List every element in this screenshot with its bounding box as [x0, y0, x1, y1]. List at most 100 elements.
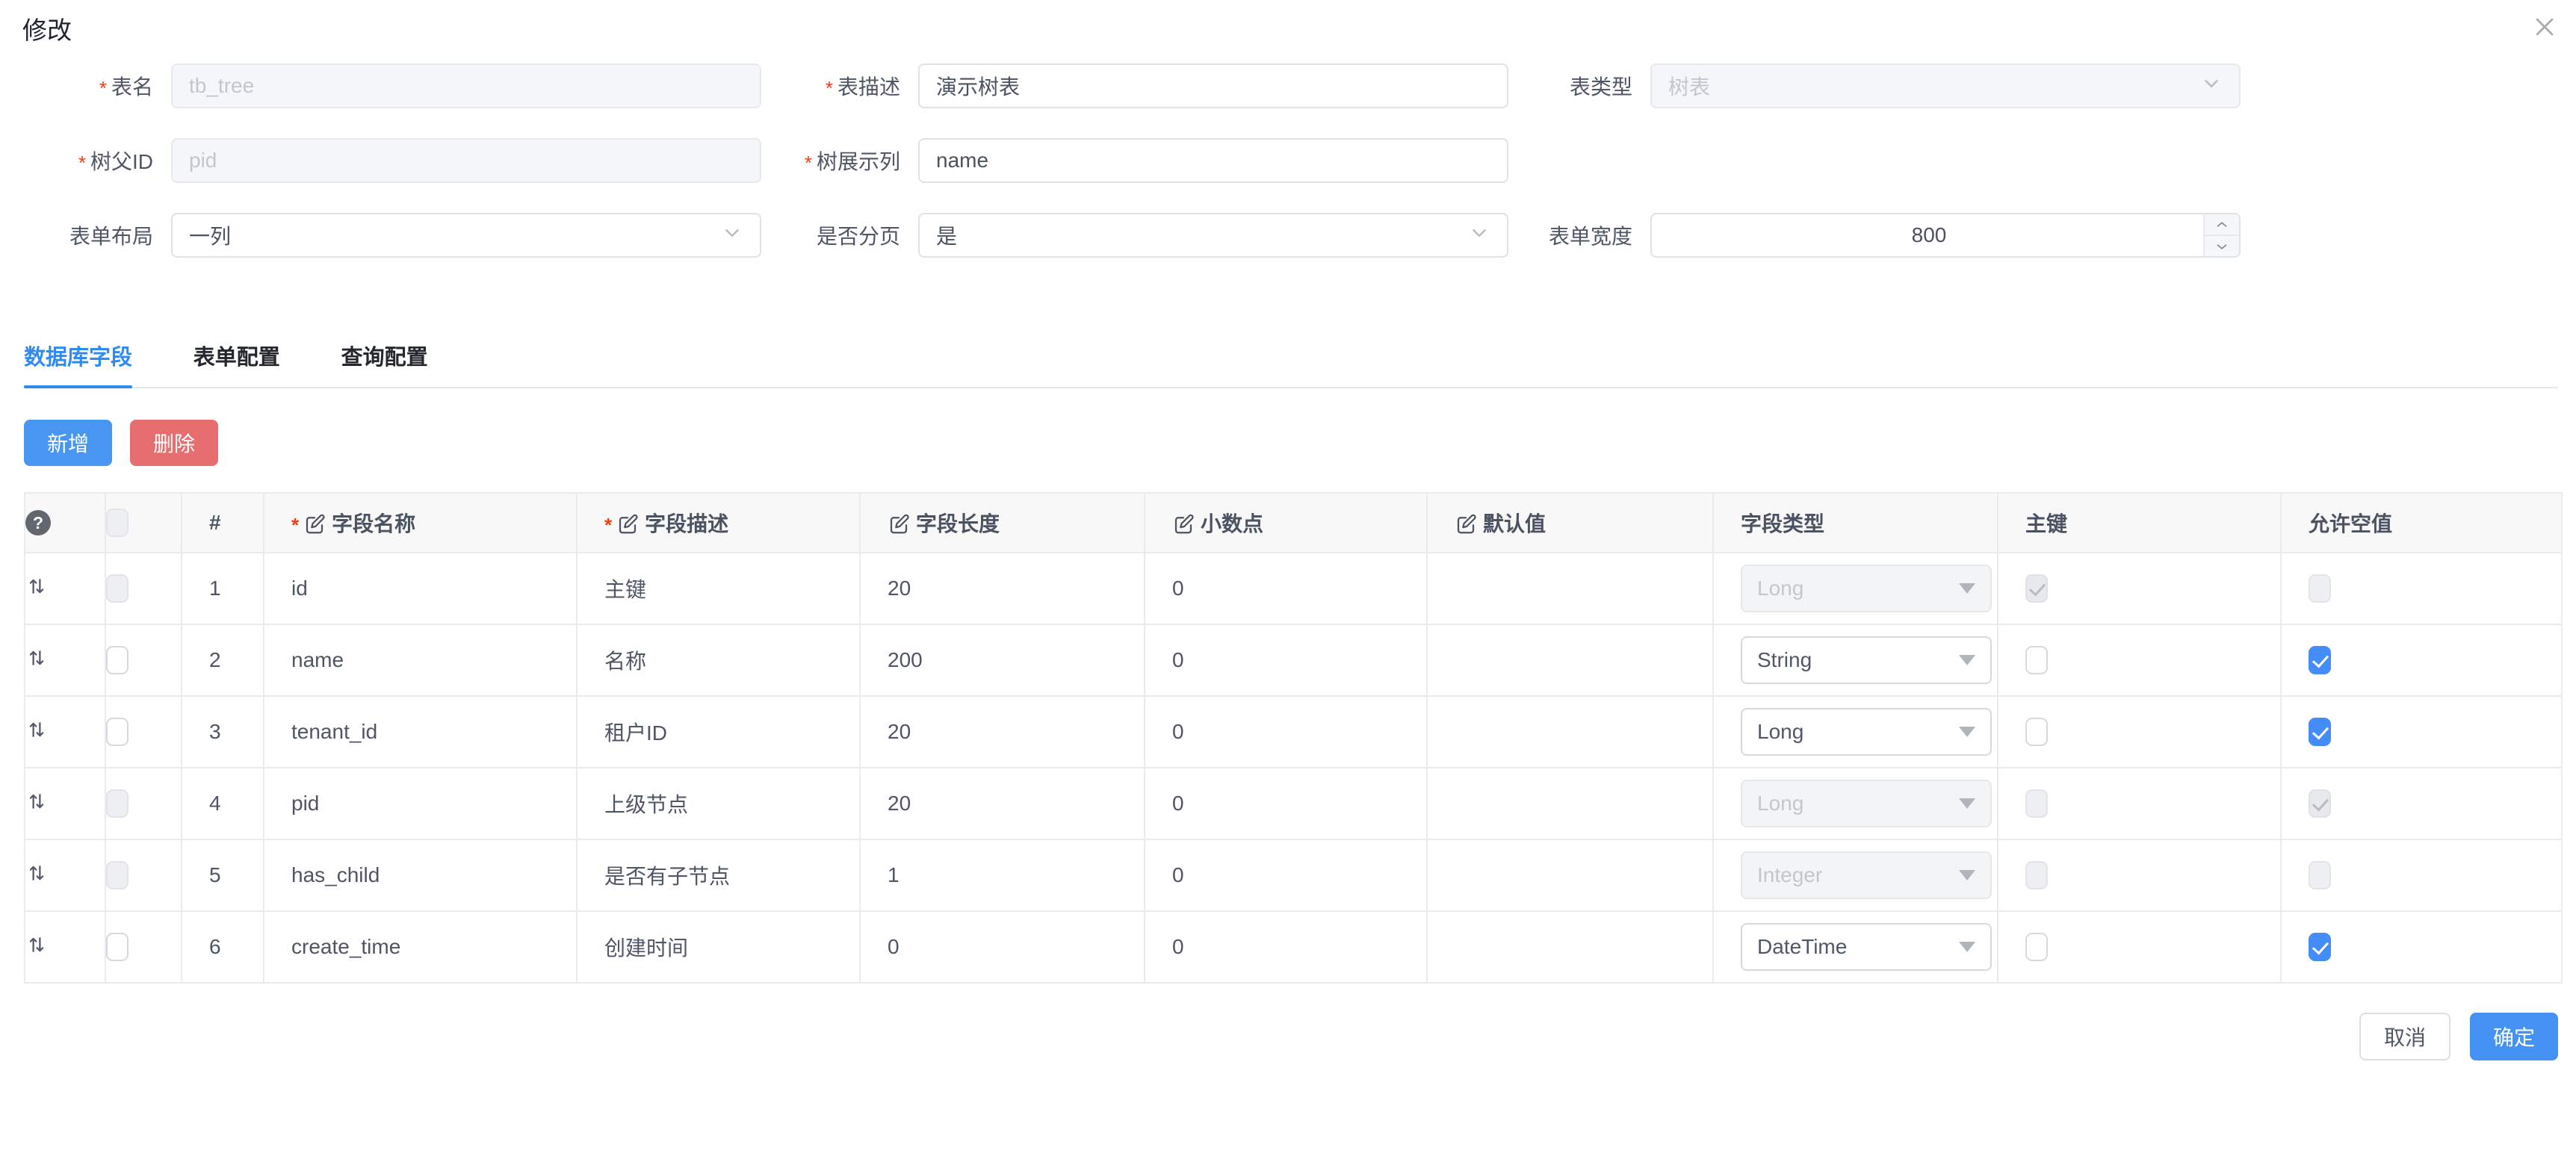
row-checkbox[interactable]	[106, 646, 129, 674]
field-type-select[interactable]: DateTime	[1741, 923, 1992, 971]
field-label: 表类型	[1508, 71, 1650, 101]
primary-key-checkbox[interactable]	[2025, 718, 2048, 746]
field-desc-cell: 上级节点	[577, 768, 860, 839]
primary-key-checkbox	[2025, 789, 2048, 818]
field-type-cell: Integer	[1713, 839, 1998, 911]
required-asterisk: *	[291, 514, 299, 536]
primary-key-checkbox[interactable]	[2025, 646, 2048, 674]
field-type-select[interactable]: Long	[1741, 708, 1992, 756]
required-asterisk: *	[826, 77, 833, 99]
drag-sort-icon[interactable]	[25, 790, 48, 813]
modal-footer: 取消 确定	[2359, 1013, 2558, 1060]
table-row: 1 id 主键 20 0 Long	[25, 553, 2562, 624]
form-row-1: *表名 *表描述 表类型 树表	[0, 63, 2576, 108]
field-name-cell: name	[264, 624, 577, 696]
header-field-length: 字段长度	[860, 493, 1145, 553]
caret-down-icon	[1959, 798, 1975, 809]
edit-icon	[888, 513, 910, 535]
drag-sort-icon[interactable]	[25, 647, 48, 669]
field-name-cell: pid	[264, 768, 577, 839]
drag-sort-icon[interactable]	[25, 862, 48, 884]
nullable-cell	[2281, 768, 2562, 839]
table-row: 2 name 名称 200 0 String	[25, 624, 2562, 696]
edit-icon	[616, 513, 639, 535]
index-cell: 6	[182, 911, 264, 983]
delete-field-button[interactable]: 删除	[130, 420, 218, 466]
header-nullable: 允许空值	[2281, 493, 2562, 553]
decimal-cell: 0	[1145, 839, 1427, 911]
required-asterisk: *	[99, 77, 107, 99]
caret-down-icon	[1959, 583, 1975, 594]
add-field-button[interactable]: 新增	[24, 420, 112, 466]
close-icon[interactable]	[2528, 10, 2561, 43]
pagination-select[interactable]: 是	[918, 213, 1508, 258]
header-help: ?	[25, 493, 105, 553]
chevron-down-icon	[1468, 222, 1490, 249]
table-config-form: *表名 *表描述 表类型 树表 *树父ID *树展示列	[0, 63, 2576, 288]
table-desc-input[interactable]	[918, 63, 1508, 108]
nullable-checkbox[interactable]	[2309, 718, 2331, 746]
field-length-cell: 20	[860, 768, 1145, 839]
row-checkbox[interactable]	[106, 933, 129, 961]
nullable-checkbox[interactable]	[2309, 933, 2331, 961]
primary-key-cell	[1998, 839, 2281, 911]
nullable-checkbox[interactable]	[2309, 646, 2331, 674]
default-cell	[1427, 768, 1713, 839]
field-toolbar: 新增 删除	[24, 420, 218, 466]
tab-form-config[interactable]: 表单配置	[193, 336, 280, 387]
field-label: *表名	[0, 71, 171, 101]
index-cell: 5	[182, 839, 264, 911]
stepper-down-button[interactable]	[2205, 236, 2239, 256]
field-name-cell: id	[264, 553, 577, 624]
decimal-cell: 0	[1145, 696, 1427, 768]
nullable-cell	[2281, 911, 2562, 983]
field-type-cell: DateTime	[1713, 911, 1998, 983]
row-select-cell	[105, 624, 182, 696]
tree-parent-input	[171, 138, 761, 183]
index-cell: 2	[182, 624, 264, 696]
row-checkbox[interactable]	[106, 718, 129, 746]
form-width-input-field[interactable]	[1668, 223, 2190, 247]
primary-key-cell	[1998, 696, 2281, 768]
cancel-button[interactable]: 取消	[2359, 1013, 2450, 1060]
drag-cell	[25, 768, 105, 839]
nullable-cell	[2281, 624, 2562, 696]
row-checkbox	[106, 574, 129, 603]
field-length-cell: 20	[860, 696, 1145, 768]
field-name-cell: create_time	[264, 911, 577, 983]
field-desc-cell: 创建时间	[577, 911, 860, 983]
help-icon[interactable]: ?	[25, 510, 51, 535]
field-desc-cell: 主键	[577, 553, 860, 624]
field-type-cell: Long	[1713, 553, 1998, 624]
drag-sort-icon[interactable]	[25, 934, 48, 956]
field-label: *树展示列	[761, 146, 918, 175]
drag-cell	[25, 624, 105, 696]
header-field-type: 字段类型	[1713, 493, 1998, 553]
form-item-form-width: 表单宽度	[1508, 213, 2241, 258]
field-desc-cell: 租户ID	[577, 696, 860, 768]
number-stepper	[2203, 214, 2239, 256]
primary-key-checkbox[interactable]	[2025, 933, 2048, 961]
tree-display-col-input-field[interactable]	[936, 149, 1490, 173]
confirm-button[interactable]: 确定	[2470, 1013, 2558, 1060]
tab-database-fields[interactable]: 数据库字段	[24, 336, 132, 387]
table-name-input-field	[189, 74, 743, 98]
decimal-cell: 0	[1145, 911, 1427, 983]
table-header-row: ? # *字段名称 *字段描述 字段长度 小数点 默认值 字段类型 主键 允许空…	[25, 493, 2562, 553]
table-desc-input-field[interactable]	[936, 74, 1490, 98]
header-default: 默认值	[1427, 493, 1713, 553]
tree-display-col-input[interactable]	[918, 138, 1508, 183]
field-type-select[interactable]: String	[1741, 636, 1992, 684]
field-type-cell: Long	[1713, 696, 1998, 768]
chevron-down-icon	[721, 222, 743, 249]
drag-cell	[25, 839, 105, 911]
default-cell	[1427, 624, 1713, 696]
stepper-up-button[interactable]	[2205, 214, 2239, 236]
form-width-number-input[interactable]	[1650, 213, 2241, 258]
form-row-2: *树父ID *树展示列	[0, 138, 2576, 183]
tab-query-config[interactable]: 查询配置	[341, 336, 428, 387]
drag-sort-icon[interactable]	[25, 718, 48, 741]
field-name-cell: tenant_id	[264, 696, 577, 768]
form-layout-select[interactable]: 一列	[171, 213, 761, 258]
drag-sort-icon[interactable]	[25, 575, 48, 597]
